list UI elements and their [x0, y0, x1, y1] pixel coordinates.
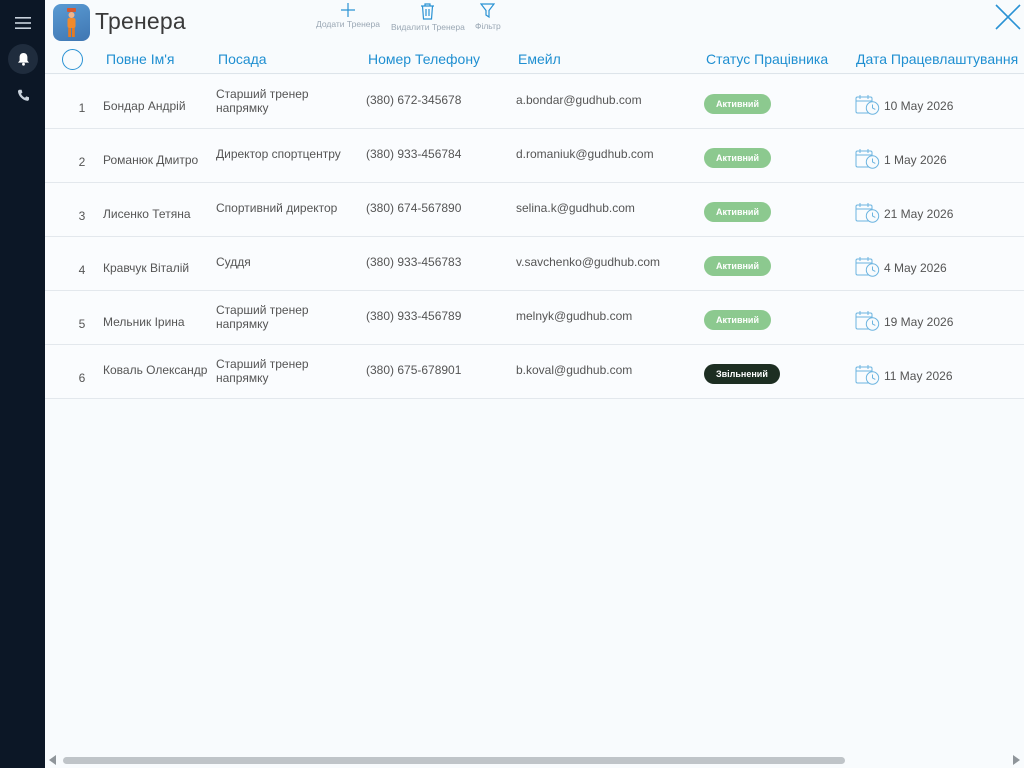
row-number: 4	[78, 263, 86, 277]
row-position: Директор спортцентру	[216, 147, 341, 161]
row-position: Старший тренер напрямку	[216, 303, 309, 331]
row-email: selina.k@gudhub.com	[516, 201, 635, 215]
row-number: 1	[78, 101, 86, 115]
bell-icon	[17, 53, 29, 66]
menu-icon	[15, 17, 31, 29]
row-phone: (380) 933-456784	[366, 147, 462, 161]
row-email: melnyk@gudhub.com	[516, 309, 633, 323]
status-badge: Активний	[704, 310, 771, 330]
filter-label: Фільтр	[475, 21, 501, 31]
column-header-position[interactable]: Посада	[218, 51, 267, 67]
row-number: 6	[78, 371, 86, 385]
table-row[interactable]: 5 Мельник Ірина Старший тренер напрямку …	[45, 291, 1024, 345]
row-position: Спортивний директор	[216, 201, 338, 215]
row-hire-date: 21 May 2026	[884, 207, 954, 221]
calendar-clock-icon	[855, 202, 881, 227]
notifications-button[interactable]	[8, 44, 38, 74]
row-name: Коваль Олександр	[103, 363, 208, 377]
calendar-clock-icon	[855, 310, 881, 335]
row-number: 2	[78, 155, 86, 169]
page-title: Тренера	[95, 8, 186, 34]
filter-icon	[480, 3, 496, 19]
scroll-right-icon[interactable]	[1012, 755, 1020, 765]
main-panel: Тренера Додати Тренера Видалити Тренера …	[45, 0, 1024, 768]
plus-icon	[340, 3, 355, 17]
row-name: Бондар Андрій	[103, 99, 186, 113]
row-email: b.koval@gudhub.com	[516, 363, 633, 377]
table-row[interactable]: 4 Кравчук Віталій Суддя (380) 933-456783…	[45, 237, 1024, 291]
close-icon	[995, 4, 1021, 30]
scrollbar-thumb[interactable]	[63, 757, 845, 764]
trash-icon	[421, 3, 435, 20]
table-row[interactable]: 3 Лисенко Тетяна Спортивний директор (38…	[45, 183, 1024, 237]
column-header-email[interactable]: Емейл	[518, 51, 561, 67]
status-badge: Активний	[704, 256, 771, 276]
column-header-status[interactable]: Статус Працівника	[706, 51, 828, 67]
calendar-clock-icon	[855, 94, 881, 119]
table-row[interactable]: 6 Коваль Олександр Старший тренер напрям…	[45, 345, 1024, 399]
status-badge: Активний	[704, 94, 771, 114]
trainer-figure-icon	[67, 8, 76, 37]
table-body: 1 Бондар Андрій Старший тренер напрямку …	[45, 75, 1024, 399]
select-all-checkbox[interactable]	[62, 49, 83, 70]
status-badge: Звільнений	[704, 364, 780, 384]
row-phone: (380) 675-678901	[366, 363, 462, 377]
row-position: Суддя	[216, 255, 251, 269]
status-badge: Активний	[704, 148, 771, 168]
row-email: v.savchenko@gudhub.com	[516, 255, 661, 269]
row-hire-date: 4 May 2026	[884, 261, 947, 275]
row-phone: (380) 933-456789	[366, 309, 462, 323]
row-hire-date: 1 May 2026	[884, 153, 947, 167]
row-email: a.bondar@gudhub.com	[516, 93, 642, 107]
app-logo	[53, 4, 90, 41]
left-rail	[0, 0, 45, 768]
row-phone: (380) 933-456783	[366, 255, 462, 269]
row-number: 5	[78, 317, 86, 331]
scroll-left-icon[interactable]	[49, 755, 57, 765]
horizontal-scrollbar[interactable]	[45, 752, 1024, 768]
row-hire-date: 10 May 2026	[884, 99, 954, 113]
delete-trainer-label: Видалити Тренера	[391, 22, 465, 32]
row-name: Мельник Ірина	[103, 315, 185, 329]
table-row[interactable]: 2 Романюк Дмитро Директор спортцентру (3…	[45, 129, 1024, 183]
add-trainer-button[interactable]: Додати Тренера	[316, 3, 380, 29]
row-name: Кравчук Віталій	[103, 261, 190, 275]
row-hire-date: 11 May 2026	[884, 369, 953, 383]
menu-button[interactable]	[8, 8, 38, 38]
column-header-phone[interactable]: Номер Телефону	[368, 51, 480, 67]
status-badge: Активний	[704, 202, 771, 222]
column-header-hire-date[interactable]: Дата Працевлаштування	[856, 51, 1018, 67]
row-phone: (380) 674-567890	[366, 201, 462, 215]
row-position: Старший тренер напрямку	[216, 87, 309, 115]
table-row[interactable]: 1 Бондар Андрій Старший тренер напрямку …	[45, 75, 1024, 129]
row-email: d.romaniuk@gudhub.com	[516, 147, 654, 161]
row-position: Старший тренер напрямку	[216, 357, 309, 385]
calendar-clock-icon	[855, 364, 881, 389]
phone-icon	[17, 89, 29, 101]
table-header: Повне Ім'я Посада Номер Телефону Емейл С…	[45, 44, 1024, 74]
row-phone: (380) 672-345678	[366, 93, 462, 107]
row-name: Романюк Дмитро	[103, 153, 199, 167]
column-header-name[interactable]: Повне Ім'я	[106, 51, 174, 67]
row-name: Лисенко Тетяна	[103, 207, 191, 221]
row-number: 3	[78, 209, 86, 223]
filter-button[interactable]: Фільтр	[475, 3, 501, 31]
add-trainer-label: Додати Тренера	[316, 19, 380, 29]
row-hire-date: 19 May 2026	[884, 315, 954, 329]
delete-trainer-button[interactable]: Видалити Тренера	[391, 3, 465, 32]
calls-button[interactable]	[8, 80, 38, 110]
calendar-clock-icon	[855, 148, 881, 173]
close-button[interactable]	[994, 3, 1022, 31]
calendar-clock-icon	[855, 256, 881, 281]
